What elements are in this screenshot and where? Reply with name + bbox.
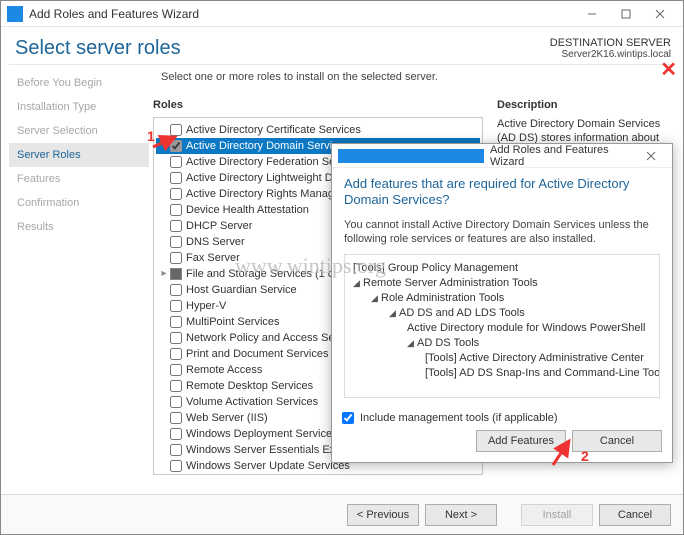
role-checkbox[interactable]: [170, 252, 182, 264]
app-icon: [7, 6, 23, 22]
page-title: Select server roles: [15, 37, 181, 60]
maximize-button[interactable]: [609, 2, 643, 26]
role-label: Remote Access: [186, 363, 262, 377]
dialog-message: You cannot install Active Directory Doma…: [344, 218, 660, 246]
minimize-button[interactable]: [575, 2, 609, 26]
role-checkbox[interactable]: [170, 140, 182, 152]
nav-step-before-you-begin[interactable]: Before You Begin: [9, 71, 149, 95]
window-title-bar: Add Roles and Features Wizard: [1, 1, 683, 27]
role-checkbox[interactable]: [170, 380, 182, 392]
role-label: Active Directory Certificate Services: [186, 123, 361, 137]
tree-node: [Tools] AD DS Snap-Ins and Command-Line …: [353, 366, 651, 381]
role-checkbox[interactable]: [170, 396, 182, 408]
tree-node: ◢Role Administration Tools: [353, 291, 651, 306]
role-checkbox[interactable]: [170, 300, 182, 312]
role-checkbox[interactable]: [170, 364, 182, 376]
tree-node: [Tools] Group Policy Management: [353, 261, 651, 276]
role-checkbox[interactable]: [170, 188, 182, 200]
role-label: Remote Desktop Services: [186, 379, 313, 393]
role-label: Windows Server Update Services: [186, 459, 350, 473]
role-checkbox[interactable]: [170, 156, 182, 168]
dialog-close-button[interactable]: [636, 145, 666, 167]
include-management-tools-checkbox[interactable]: Include management tools (if applicable): [342, 412, 662, 424]
tree-caret-icon: ◢: [371, 291, 381, 306]
nav-step-installation-type[interactable]: Installation Type: [9, 95, 149, 119]
cancel-button[interactable]: Cancel: [599, 504, 671, 526]
tree-caret-icon: ◢: [389, 306, 399, 321]
role-label: DNS Server: [186, 235, 245, 249]
role-label: Web Server (IIS): [186, 411, 268, 425]
nav-step-confirmation[interactable]: Confirmation: [9, 191, 149, 215]
features-tree[interactable]: [Tools] Group Policy Management◢Remote S…: [344, 254, 660, 398]
wizard-nav: Before You BeginInstallation TypeServer …: [1, 71, 149, 495]
add-features-button[interactable]: Add Features: [476, 430, 566, 452]
tree-node: [Tools] Active Directory Administrative …: [353, 351, 651, 366]
wizard-footer: < Previous Next > Install Cancel: [1, 494, 683, 534]
role-checkbox[interactable]: [170, 460, 182, 472]
role-checkbox[interactable]: [170, 316, 182, 328]
role-label: Hyper-V: [186, 299, 226, 313]
role-label: Fax Server: [186, 251, 240, 265]
roles-header: Roles: [153, 99, 483, 111]
window-title: Add Roles and Features Wizard: [29, 7, 575, 21]
description-header: Description: [497, 99, 675, 111]
expand-icon[interactable]: ▸: [158, 267, 170, 281]
role-checkbox[interactable]: [170, 124, 182, 136]
dialog-cancel-button[interactable]: Cancel: [572, 430, 662, 452]
role-label: MultiPoint Services: [186, 315, 280, 329]
dialog-question: Add features that are required for Activ…: [344, 176, 660, 208]
role-checkbox[interactable]: [170, 284, 182, 296]
tree-node: ◢AD DS Tools: [353, 336, 651, 351]
destination-label: DESTINATION SERVER: [550, 37, 671, 49]
role-checkbox[interactable]: [170, 444, 182, 456]
role-checkbox[interactable]: [170, 204, 182, 216]
role-label: Print and Document Services: [186, 347, 328, 361]
nav-step-features[interactable]: Features: [9, 167, 149, 191]
instruction-text: Select one or more roles to install on t…: [153, 71, 675, 91]
nav-step-results[interactable]: Results: [9, 215, 149, 239]
dialog-title: Add Roles and Features Wizard: [490, 144, 636, 168]
role-checkbox[interactable]: [170, 348, 182, 360]
role-checkbox[interactable]: [170, 220, 182, 232]
tree-node: ◢AD DS and AD LDS Tools: [353, 306, 651, 321]
destination-server: Server2K16.wintips.local: [550, 49, 671, 60]
previous-button[interactable]: < Previous: [347, 504, 419, 526]
header-separator: [9, 64, 675, 65]
window-controls: [575, 2, 677, 26]
nav-step-server-selection[interactable]: Server Selection: [9, 119, 149, 143]
include-label: Include management tools (if applicable): [360, 412, 558, 424]
next-button[interactable]: Next >: [425, 504, 497, 526]
tree-caret-icon: ◢: [407, 336, 417, 351]
tree-node: Active Directory module for Windows Powe…: [353, 321, 651, 336]
add-features-dialog: Add Roles and Features Wizard Add featur…: [331, 143, 673, 463]
role-label: Host Guardian Service: [186, 283, 297, 297]
role-label: Active Directory Domain Services: [186, 139, 349, 153]
role-checkbox[interactable]: [170, 412, 182, 424]
tree-node: ◢Remote Server Administration Tools: [353, 276, 651, 291]
nav-step-server-roles[interactable]: Server Roles: [9, 143, 149, 167]
close-button[interactable]: [643, 2, 677, 26]
role-label: Windows Deployment Services: [186, 427, 338, 441]
wizard-header: Select server roles DESTINATION SERVER S…: [1, 27, 683, 64]
tree-caret-icon: ◢: [353, 276, 363, 291]
role-label: Device Health Attestation: [186, 203, 309, 217]
dialog-icon: [338, 149, 484, 163]
role-checkbox[interactable]: [170, 428, 182, 440]
role-item[interactable]: Active Directory Certificate Services: [156, 122, 480, 138]
role-checkbox[interactable]: [170, 236, 182, 248]
dialog-title-bar: Add Roles and Features Wizard: [332, 144, 672, 168]
install-button[interactable]: Install: [521, 504, 593, 526]
destination-info: DESTINATION SERVER Server2K16.wintips.lo…: [550, 37, 671, 60]
error-x-icon: ✕: [660, 57, 677, 82]
role-label: DHCP Server: [186, 219, 252, 233]
include-checkbox-input[interactable]: [342, 412, 354, 424]
role-checkbox[interactable]: [170, 268, 182, 280]
role-checkbox[interactable]: [170, 172, 182, 184]
role-checkbox[interactable]: [170, 332, 182, 344]
role-label: Volume Activation Services: [186, 395, 318, 409]
